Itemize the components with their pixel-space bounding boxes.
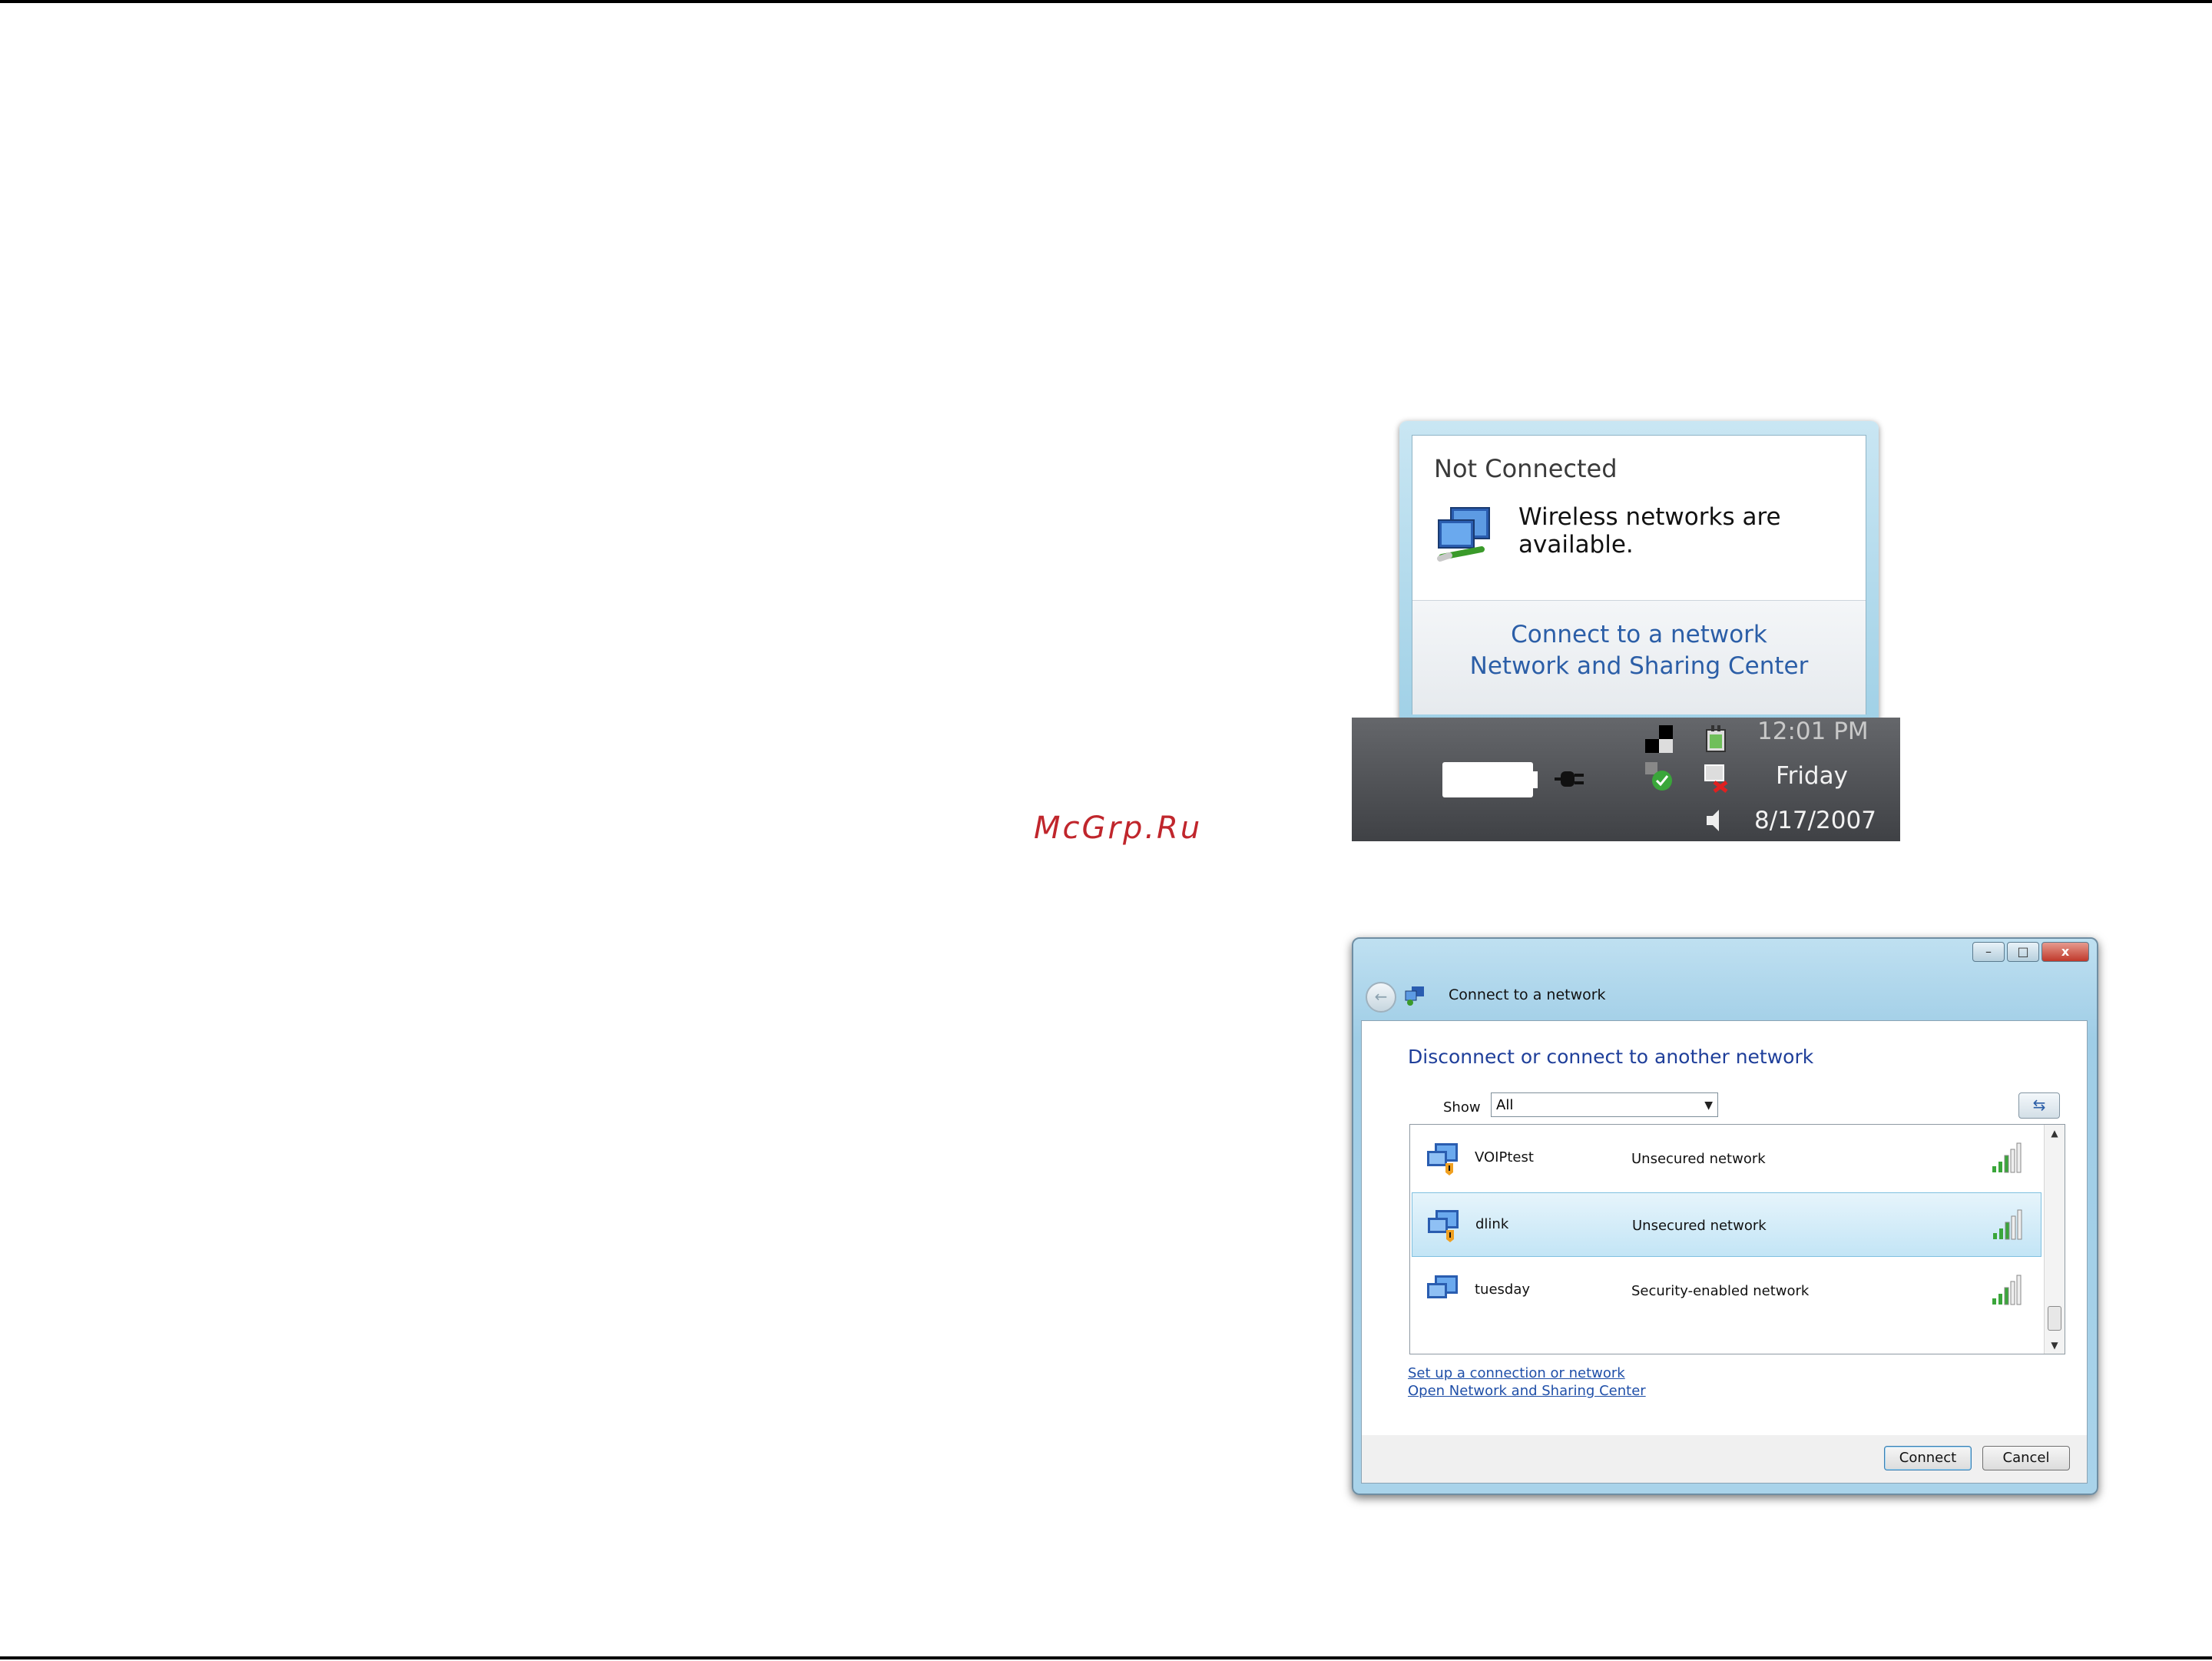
watermark: McGrp.Ru — [1034, 811, 1203, 846]
notification-title: Not Connected — [1434, 454, 1618, 483]
notification-balloon: Not Connected Wireless networks are avai… — [1399, 421, 1879, 733]
refresh-icon: ⇆ — [2032, 1096, 2046, 1114]
close-button[interactable]: x — [2041, 942, 2089, 962]
scroll-up-arrow-icon[interactable]: ▲ — [2045, 1125, 2065, 1142]
checker-icon[interactable] — [1644, 725, 1674, 756]
signal-strength-icon — [1992, 1275, 2022, 1305]
network-computers-icon — [1437, 507, 1490, 562]
battery-tip — [1533, 771, 1538, 788]
security-shield-icon[interactable] — [1644, 762, 1674, 793]
window-controls: – □ x — [1972, 942, 2089, 962]
setup-connection-link[interactable]: Set up a connection or network — [1408, 1365, 1625, 1381]
notification-links: Connect to a network Network and Sharing… — [1412, 600, 1866, 714]
clock-day[interactable]: Friday — [1776, 762, 1848, 790]
network-row-voiptest[interactable]: VOIPtest Unsecured network — [1412, 1126, 2041, 1191]
back-arrow-icon[interactable]: ← — [1366, 982, 1396, 1013]
network-list: VOIPtest Unsecured network dlink Unsecur… — [1409, 1124, 2065, 1354]
taskbar: 12:01 PM Friday 8/17/2007 — [1352, 718, 1900, 841]
cancel-button[interactable]: Cancel — [1982, 1446, 2070, 1470]
dialog-footer: Connect Cancel — [1361, 1435, 2088, 1484]
scroll-thumb[interactable] — [2048, 1306, 2061, 1331]
unsecured-network-icon — [1428, 1210, 1459, 1242]
connect-network-dialog: – □ x ← Connect to a network Disconnect … — [1352, 937, 2098, 1495]
secured-network-icon — [1427, 1275, 1458, 1298]
network-status: Unsecured network — [1631, 1151, 1766, 1167]
volume-icon[interactable] — [1700, 805, 1731, 836]
network-status: Security-enabled network — [1631, 1283, 1810, 1299]
bottom-rule — [0, 1656, 2212, 1659]
minimize-button[interactable]: – — [1972, 942, 2005, 962]
window-title: Connect to a network — [1449, 986, 1606, 1003]
dialog-heading: Disconnect or connect to another network — [1408, 1046, 1814, 1068]
network-status: Unsecured network — [1632, 1218, 1767, 1234]
notification-message: Wireless networks are available. — [1518, 503, 1781, 559]
chevron-down-icon: ▼ — [1704, 1099, 1713, 1112]
network-name: dlink — [1475, 1216, 1509, 1232]
clock-time[interactable]: 12:01 PM — [1757, 718, 1869, 745]
maximize-button[interactable]: □ — [2007, 942, 2039, 962]
network-name: VOIPtest — [1475, 1149, 1534, 1165]
show-filter-value: All — [1496, 1097, 1514, 1113]
refresh-button[interactable]: ⇆ — [2018, 1092, 2060, 1119]
network-disconnected-icon[interactable] — [1700, 762, 1731, 793]
unsecured-network-icon — [1427, 1143, 1458, 1175]
open-sharing-center-link[interactable]: Open Network and Sharing Center — [1408, 1383, 1646, 1399]
notification-content: Not Connected Wireless networks are avai… — [1412, 435, 1866, 714]
show-label: Show — [1443, 1099, 1481, 1116]
network-row-tuesday[interactable]: tuesday Security-enabled network — [1412, 1258, 2041, 1323]
clock-date[interactable]: 8/17/2007 — [1754, 807, 1876, 834]
power-plug-icon[interactable] — [1553, 765, 1587, 793]
battery-icon[interactable] — [1442, 762, 1533, 797]
dialog-body: Disconnect or connect to another network… — [1361, 1020, 2088, 1437]
top-rule — [0, 0, 2212, 3]
tray-screenshot: Not Connected Wireless networks are avai… — [1352, 400, 1900, 841]
scroll-down-arrow-icon[interactable]: ▼ — [2045, 1337, 2065, 1354]
show-filter-select[interactable]: All ▼ — [1491, 1092, 1718, 1117]
network-name: tuesday — [1475, 1281, 1531, 1298]
network-wizard-icon — [1405, 986, 1424, 1006]
signal-strength-icon — [1992, 1142, 2022, 1173]
signal-strength-icon — [1993, 1209, 2022, 1240]
connect-button[interactable]: Connect — [1884, 1446, 1972, 1470]
network-list-scrollbar[interactable]: ▲ ▼ — [2044, 1125, 2065, 1354]
connect-to-network-link[interactable]: Connect to a network — [1412, 619, 1866, 651]
power-options-icon[interactable] — [1700, 724, 1731, 754]
network-row-dlink[interactable]: dlink Unsecured network — [1412, 1192, 2041, 1257]
network-sharing-center-link[interactable]: Network and Sharing Center — [1412, 651, 1866, 682]
